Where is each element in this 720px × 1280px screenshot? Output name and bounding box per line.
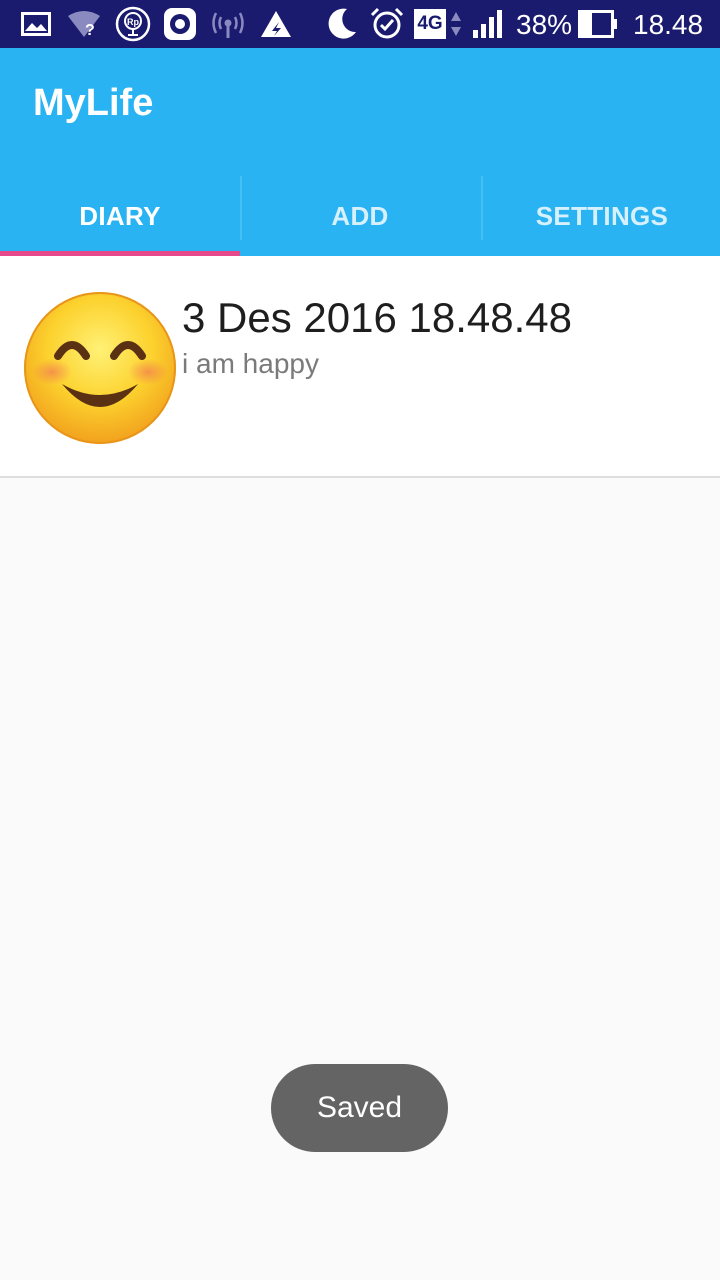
signal-icon	[470, 0, 508, 48]
rp-icon: Rp	[114, 0, 152, 48]
app-bar: MyLife DIARY ADD SETTINGS	[0, 48, 720, 256]
tab-add[interactable]: ADD	[240, 176, 480, 256]
hotspot-icon	[210, 0, 246, 48]
record-icon	[162, 0, 198, 48]
smiling-face-icon	[22, 290, 178, 446]
svg-text:Rp: Rp	[127, 17, 139, 27]
toast-message: Saved	[271, 1064, 448, 1152]
tab-bar: DIARY ADD SETTINGS	[0, 176, 720, 256]
wifi-question-icon: ?	[66, 0, 102, 48]
tab-diary-label: DIARY	[79, 200, 161, 231]
tab-divider	[240, 176, 242, 240]
battery-icon	[578, 0, 618, 48]
tab-diary[interactable]: DIARY	[0, 176, 240, 256]
gallery-icon	[20, 0, 52, 48]
battery-percentage: 38%	[516, 9, 573, 40]
alarm-icon	[368, 0, 406, 48]
list-divider	[0, 476, 720, 478]
tab-settings[interactable]: SETTINGS	[482, 176, 720, 256]
tab-divider	[481, 176, 483, 240]
toast-text: Saved	[316, 1091, 403, 1124]
app-title: MyLife	[33, 82, 154, 124]
moon-icon	[322, 0, 360, 48]
diary-entry[interactable]: 3 Des 2016 18.48.48 i am happy	[0, 256, 720, 476]
status-bar: ? Rp 4G 38% 18.48	[0, 0, 720, 48]
tab-settings-label: SETTINGS	[535, 200, 669, 231]
vpn-icon	[258, 0, 294, 48]
4g-icon: 4G	[414, 0, 464, 48]
entry-note: i am happy	[182, 348, 319, 379]
tab-add-label: ADD	[331, 200, 389, 231]
svg-text:?: ?	[85, 22, 95, 38]
network-type-label: 4G	[414, 9, 446, 39]
entry-date: 3 Des 2016 18.48.48	[182, 294, 572, 341]
clock: 18.48	[633, 9, 704, 40]
